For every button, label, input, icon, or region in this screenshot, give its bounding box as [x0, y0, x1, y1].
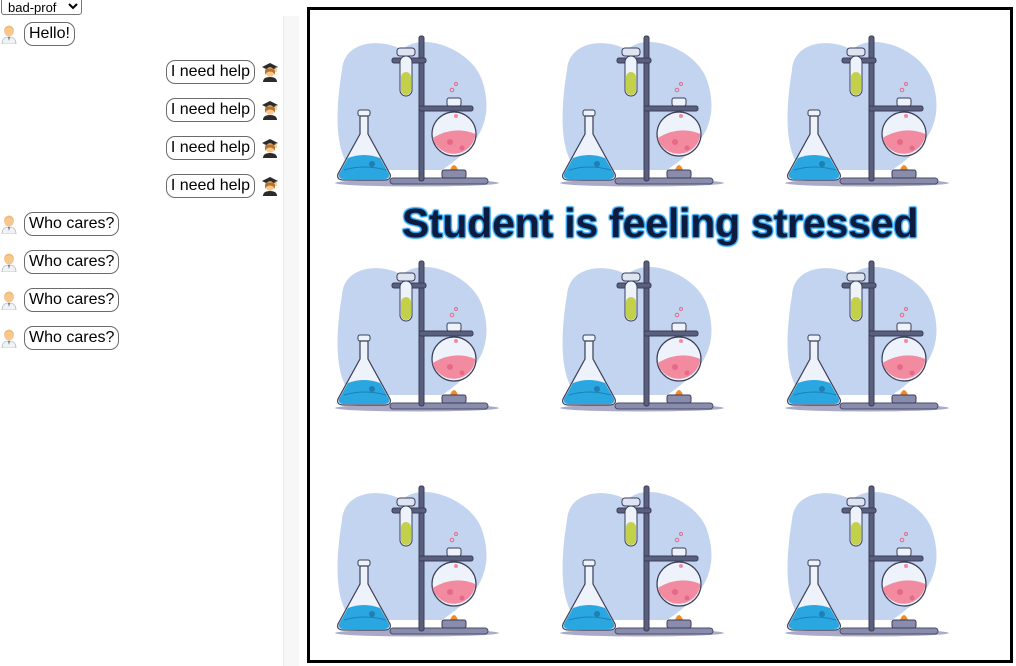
- student-avatar-icon: [261, 138, 279, 158]
- chemistry-lab-icon: [772, 480, 952, 640]
- scene-canvas: Student is feeling stressed: [307, 7, 1013, 663]
- professor-avatar-icon: [0, 214, 18, 234]
- chemistry-lab-icon: [322, 30, 502, 190]
- chat-bubble: I need help: [165, 174, 255, 198]
- chat-message-professor: Who cares?: [0, 250, 120, 274]
- chemistry-lab-icon: [772, 255, 952, 415]
- chat-bubble: I need help: [165, 60, 255, 84]
- chemistry-lab-icon: [322, 480, 502, 640]
- professor-avatar-icon: [0, 328, 18, 348]
- professor-avatar-icon: [0, 290, 18, 310]
- panel-divider[interactable]: [283, 16, 299, 666]
- chat-message-professor: Who cares?: [0, 326, 120, 350]
- chat-panel: bad-prof Hello! I need help I need help …: [0, 0, 283, 666]
- chat-bubble: Who cares?: [24, 326, 120, 350]
- scenario-select[interactable]: bad-prof: [1, 0, 82, 15]
- chat-bubble: I need help: [165, 136, 255, 160]
- chat-message-professor: Hello!: [0, 22, 75, 46]
- chat-bubble: Who cares?: [24, 288, 120, 312]
- student-avatar-icon: [261, 62, 279, 82]
- chemistry-lab-icon: [547, 255, 727, 415]
- chat-message-student: I need help: [165, 136, 279, 160]
- status-banner: Student is feeling stressed: [401, 200, 919, 246]
- chemistry-lab-icon: [547, 480, 727, 640]
- chemistry-lab-icon: [322, 255, 502, 415]
- chat-message-student: I need help: [165, 174, 279, 198]
- student-avatar-icon: [261, 100, 279, 120]
- chat-bubble: Who cares?: [24, 212, 120, 236]
- chat-bubble: Hello!: [24, 22, 75, 46]
- chat-bubble: Who cares?: [24, 250, 120, 274]
- chat-message-student: I need help: [165, 98, 279, 122]
- student-avatar-icon: [261, 176, 279, 196]
- chemistry-lab-icon: [772, 30, 952, 190]
- chat-bubble: I need help: [165, 98, 255, 122]
- professor-avatar-icon: [0, 24, 18, 44]
- chat-message-student: I need help: [165, 60, 279, 84]
- chat-message-professor: Who cares?: [0, 288, 120, 312]
- professor-avatar-icon: [0, 252, 18, 272]
- chat-message-professor: Who cares?: [0, 212, 120, 236]
- chemistry-lab-icon: [547, 30, 727, 190]
